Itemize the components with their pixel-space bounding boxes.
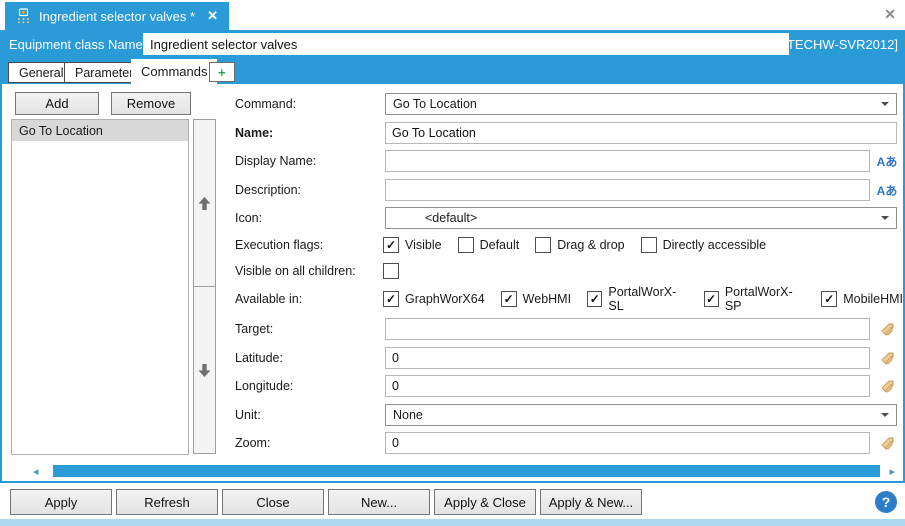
name-input[interactable] xyxy=(385,122,897,144)
description-label: Description: xyxy=(235,183,301,197)
target-label: Target: xyxy=(235,322,274,336)
command-label: Command: xyxy=(235,97,297,111)
checkbox-portalworx-sp[interactable]: PortalWorX-SP xyxy=(703,285,806,313)
remove-command-button[interactable]: Remove xyxy=(111,92,191,115)
data-tag-icon[interactable] xyxy=(874,347,900,369)
latitude-label: Latitude: xyxy=(235,351,283,365)
checkbox-portalworx-sl[interactable]: PortalWorX-SL xyxy=(587,285,687,313)
equipment-class-icon xyxy=(16,8,31,24)
checkbox-icon[interactable] xyxy=(640,237,657,253)
horizontal-scrollbar[interactable]: ◂ ▸ xyxy=(2,463,901,479)
refresh-button[interactable]: Refresh xyxy=(116,489,218,515)
tab-strip: General Parameters Commands + xyxy=(0,58,905,84)
checkbox-icon[interactable] xyxy=(587,291,603,307)
list-item[interactable]: Go To Location xyxy=(12,120,188,141)
apply-new-button[interactable]: Apply & New... xyxy=(540,489,642,515)
checkbox-drag-drop[interactable]: Drag & drop xyxy=(535,237,625,253)
equipment-class-name-input[interactable] xyxy=(143,33,789,55)
available-in-group: GraphWorX64 WebHMI PortalWorX-SL PortalW… xyxy=(383,285,903,313)
document-tab-strip: Ingredient selector valves * ✕ ✕ xyxy=(0,0,905,30)
execution-flags-label: Execution flags: xyxy=(235,238,324,252)
window-bottom-edge xyxy=(0,519,905,526)
description-input[interactable] xyxy=(385,179,870,201)
checkbox-icon[interactable] xyxy=(821,291,838,307)
zoom-input[interactable] xyxy=(385,432,870,454)
checkbox-icon[interactable] xyxy=(383,291,399,307)
apply-close-button[interactable]: Apply & Close xyxy=(434,489,536,515)
move-down-button[interactable] xyxy=(193,286,216,454)
server-name-label: [TECHW-SVR2012] xyxy=(783,36,898,52)
unit-value: None xyxy=(393,408,423,422)
scroll-right-icon[interactable]: ▸ xyxy=(889,463,895,479)
command-value: Go To Location xyxy=(393,97,477,111)
localize-icon[interactable]: Aあ xyxy=(874,179,900,201)
zoom-label: Zoom: xyxy=(235,436,271,450)
chevron-down-icon xyxy=(881,413,889,417)
up-arrow-icon xyxy=(198,196,211,210)
scroll-left-icon[interactable]: ◂ xyxy=(33,463,39,479)
checkbox-mobilehmi[interactable]: MobileHMI xyxy=(821,291,903,307)
reorder-buttons xyxy=(193,119,216,455)
checkbox-default[interactable]: Default xyxy=(457,237,519,253)
checkbox-icon[interactable] xyxy=(457,237,474,253)
chevron-down-icon xyxy=(881,102,889,106)
checkbox-icon[interactable] xyxy=(535,237,552,253)
apply-button[interactable]: Apply xyxy=(10,489,112,515)
localize-icon[interactable]: Aあ xyxy=(874,150,900,172)
footer-button-bar: Apply Refresh Close New... Apply & Close… xyxy=(0,483,905,519)
document-close-icon[interactable]: ✕ xyxy=(207,8,218,24)
document-tab[interactable]: Ingredient selector valves * ✕ xyxy=(5,2,229,30)
unit-label: Unit: xyxy=(235,408,261,422)
tab-add-new-icon[interactable]: + xyxy=(209,62,235,82)
close-button[interactable]: Close xyxy=(222,489,324,515)
icon-label: Icon: xyxy=(235,211,263,225)
chevron-down-icon xyxy=(881,216,889,220)
checkbox-icon[interactable] xyxy=(500,291,517,307)
data-tag-icon[interactable] xyxy=(874,432,900,454)
execution-flags-group: Visible Default Drag & drop Directly acc… xyxy=(383,236,766,254)
unit-combobox[interactable]: None xyxy=(385,404,897,426)
visible-on-all-children-group xyxy=(383,262,399,280)
move-up-button[interactable] xyxy=(193,119,216,287)
name-label: Name: xyxy=(235,126,274,140)
new-button[interactable]: New... xyxy=(328,489,430,515)
longitude-input[interactable] xyxy=(385,375,870,397)
document-title: Ingredient selector valves * xyxy=(39,8,196,24)
longitude-label: Longitude: xyxy=(235,379,294,393)
add-command-button[interactable]: Add xyxy=(15,92,99,115)
icon-combobox[interactable]: <default> xyxy=(385,207,897,229)
scrollbar-thumb[interactable] xyxy=(53,465,880,477)
available-in-label: Available in: xyxy=(235,292,303,306)
display-name-input[interactable] xyxy=(385,150,870,172)
equipment-class-name-label: Equipment class Name: xyxy=(9,36,147,52)
checkbox-visible[interactable]: Visible xyxy=(383,237,442,253)
checkbox-graphworx64[interactable]: GraphWorX64 xyxy=(383,291,485,307)
commands-list: Go To Location xyxy=(11,119,189,455)
checkbox-webhmi[interactable]: WebHMI xyxy=(500,291,571,307)
checkbox-icon[interactable] xyxy=(703,291,719,307)
commands-tab-content: Add Remove Go To Location Command: Go To… xyxy=(0,84,905,483)
latitude-input[interactable] xyxy=(385,347,870,369)
icon-value: <default> xyxy=(425,211,478,225)
checkbox-directly-accessible[interactable]: Directly accessible xyxy=(640,237,766,253)
equipment-name-bar: Equipment class Name: [TECHW-SVR2012] xyxy=(0,30,905,58)
checkbox-icon[interactable] xyxy=(383,237,399,253)
data-tag-icon[interactable] xyxy=(874,318,900,340)
data-tag-icon[interactable] xyxy=(874,375,900,397)
tab-commands[interactable]: Commands xyxy=(131,59,218,84)
visible-on-all-children-label: Visible on all children: xyxy=(235,264,356,278)
checkbox-visible-on-all-children[interactable] xyxy=(383,263,399,279)
command-combobox[interactable]: Go To Location xyxy=(385,93,897,115)
pane-close-icon[interactable]: ✕ xyxy=(884,7,896,21)
equipment-class-editor-window: Ingredient selector valves * ✕ ✕ Equipme… xyxy=(0,0,905,526)
down-arrow-icon xyxy=(198,363,211,377)
help-icon[interactable]: ? xyxy=(875,491,897,513)
target-input[interactable] xyxy=(385,318,870,340)
display-name-label: Display Name: xyxy=(235,154,317,168)
checkbox-icon[interactable] xyxy=(383,263,399,279)
